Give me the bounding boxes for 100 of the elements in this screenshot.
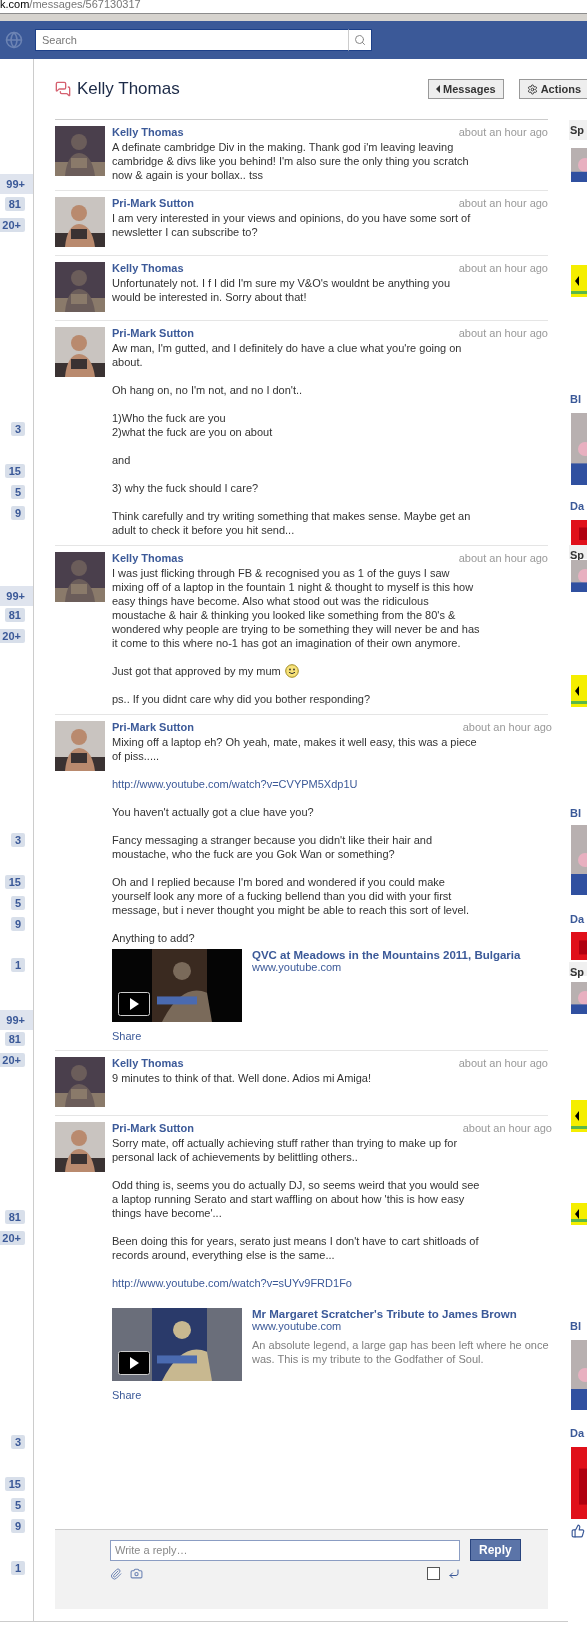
video-title[interactable]: Mr Margaret Scratcher's Tribute to James Brown	[252, 1308, 552, 1320]
sender-name[interactable]: Kelly Thomas	[112, 552, 184, 564]
count-badge[interactable]: 5	[10, 485, 25, 499]
message-text: Think carefully and try writing something that makes sense. Maybe get an adult to check it before you hit send...	[112, 509, 472, 537]
play-icon[interactable]	[118, 1351, 150, 1375]
search-field[interactable]: Search	[35, 29, 348, 51]
message-text: ps.. If you didnt care why did you bother responding?	[112, 692, 372, 706]
video-source[interactable]: www.youtube.com	[252, 961, 552, 973]
sender-name[interactable]: Pri-Mark Sutton	[112, 721, 194, 733]
message-text: 1)Who the fuck are you 2)what the fuck are you on about	[112, 411, 274, 439]
message-text: I am very interested in your views and opinions, do you have some sort of newsletter I can subscribe to?	[112, 211, 472, 239]
count-badge[interactable]: 9	[10, 1519, 25, 1533]
count-badge[interactable]: 81	[4, 197, 25, 211]
timestamp: about an hour ago	[458, 327, 548, 339]
count-badge[interactable]: 20+	[0, 218, 25, 232]
count-badge[interactable]: 81	[4, 1210, 25, 1224]
message-text: Unfortunately not. I f I did I'm sure my V&O's wouldnt be anything you would be interested in. Sorry about that!	[112, 276, 452, 304]
message-text: Been doing this for years, serato just means I don't have to cart shitloads of records around, everything else is the same...	[112, 1234, 480, 1262]
message-text: You haven't actually got a clue have you?	[112, 805, 315, 819]
count-badge[interactable]: 15	[4, 875, 25, 889]
count-badge[interactable]: 20+	[0, 1231, 25, 1245]
ad-title[interactable]: BI	[569, 807, 587, 821]
ad-title[interactable]: BI	[569, 393, 587, 407]
count-badge[interactable]: 81	[4, 608, 25, 622]
count-badge[interactable]: 15	[4, 464, 25, 478]
messages-icon	[55, 81, 71, 97]
count-badge[interactable]: 9	[10, 506, 25, 520]
ad-title[interactable]: Da	[569, 1427, 587, 1441]
message-text: and	[112, 453, 132, 467]
count-badge[interactable]: 20+	[0, 629, 25, 643]
count-badge[interactable]: 1	[10, 958, 25, 972]
count-badge[interactable]: 3	[10, 1435, 25, 1449]
timestamp: about an hour ago	[458, 552, 548, 564]
count-badge[interactable]: 15	[4, 1477, 25, 1491]
count-badge[interactable]: 1	[10, 1561, 25, 1575]
timestamp: about an hour ago	[458, 126, 548, 138]
count-badge[interactable]: 81	[4, 1032, 25, 1046]
reply-field[interactable]: Write a reply…	[110, 1539, 460, 1561]
actions-button[interactable]: Actions	[518, 79, 587, 99]
conversation-title: Kelly Thomas	[77, 79, 181, 99]
sender-name[interactable]: Pri-Mark Sutton	[112, 327, 194, 339]
message-text: Odd thing is, seems you do actually DJ, so seems weird that you would see a laptop running Serato and start waffling on about how 'this is how easy things have become'...	[112, 1178, 480, 1220]
ad-banner	[571, 1100, 587, 1132]
section-header: Sp	[569, 120, 587, 140]
count-badge[interactable]: 5	[10, 1498, 25, 1512]
message-text: Oh hang on, no I'm not, and no I don't..	[112, 383, 304, 397]
address-text: k.com/messages/567130317	[0, 0, 142, 12]
message-text: Mixing off a laptop eh? Oh yeah, mate, makes it well easy, this was a piece of piss.....	[112, 735, 478, 763]
message-text: Oh and I replied because I'm bored and wondered if you could make yourself look any more of a fucking bellend than you did with your first message, but i never thought you might be able to reach this sort of level.	[112, 875, 471, 917]
timestamp: about an hour ago	[462, 721, 552, 733]
count-badge[interactable]: 3	[10, 422, 25, 436]
message-text: 9 minutes to think of that. Well done. Adios mi Amiga!	[112, 1071, 373, 1085]
message-text: Sorry mate, off actually achieving stuff rather than trying to make up for personal lack of achievements by belittling others..	[112, 1136, 459, 1164]
search-button[interactable]	[348, 29, 372, 51]
timestamp: about an hour ago	[458, 262, 548, 274]
share-link[interactable]: Share	[112, 1030, 552, 1042]
count-badge[interactable]: 99+	[0, 174, 33, 194]
message-text: Fancy messaging a stranger because you didn't like their hair and moustache, who the fuck are you Gok Wan or something?	[112, 833, 434, 861]
back-button[interactable]: Messages	[428, 79, 504, 99]
timestamp: about an hour ago	[458, 1057, 548, 1069]
sender-name[interactable]: Kelly Thomas	[112, 126, 184, 138]
ad-banner	[571, 1203, 587, 1225]
share-link[interactable]: Share	[112, 1389, 552, 1401]
video-link[interactable]: http://www.youtube.com/watch?v=sUYv9FRD1Fo	[112, 1276, 552, 1290]
gear-icon	[526, 83, 538, 95]
like-icon[interactable]	[571, 1524, 585, 1538]
ad-banner	[571, 675, 587, 707]
sender-name[interactable]: Kelly Thomas	[112, 1057, 184, 1069]
timestamp: about an hour ago	[458, 197, 548, 209]
message-text: Anything to add?	[112, 931, 196, 945]
enter-icon	[448, 1567, 460, 1580]
sender-name[interactable]: Pri-Mark Sutton	[112, 197, 194, 209]
video-source[interactable]: www.youtube.com	[252, 1320, 552, 1332]
count-badge[interactable]: 9	[10, 917, 25, 931]
message-text: A definate cambridge Div in the making. Thank god i'm leaving leaving cambridge & divs like you behind! I'm also sure the only thing you scratch now & again is your bollax.. tss	[112, 140, 470, 182]
message-text: Just got that approved by my mum	[112, 664, 480, 678]
camera-icon[interactable]	[130, 1567, 143, 1580]
message-text: Aw man, I'm gutted, and I definitely do have a clue what you're going on about.	[112, 341, 463, 369]
video-title[interactable]: QVC at Meadows in the Mountains 2011, Bulgaria	[252, 949, 552, 961]
ad-title[interactable]: BI	[569, 1320, 587, 1334]
count-badge[interactable]: 5	[10, 896, 25, 910]
search-icon	[354, 34, 366, 46]
count-badge[interactable]: 20+	[0, 1053, 25, 1067]
video-link[interactable]: http://www.youtube.com/watch?v=CVYPM5Xdp1U	[112, 777, 552, 791]
sender-name[interactable]: Kelly Thomas	[112, 262, 184, 274]
count-badge[interactable]: 99+	[0, 1010, 33, 1030]
reply-button[interactable]: Reply	[470, 1539, 521, 1561]
count-badge[interactable]: 99+	[0, 586, 33, 606]
timestamp: about an hour ago	[462, 1122, 552, 1134]
ad-banner	[571, 265, 587, 297]
checkbox[interactable]	[427, 1567, 440, 1580]
ad-title[interactable]: Da	[569, 913, 587, 927]
message-text: 3) why the fuck should I care?	[112, 481, 260, 495]
sender-name[interactable]: Pri-Mark Sutton	[112, 1122, 194, 1134]
video-description: An absolute legend, a large gap has been left where he once was. This is my tribute to the Godfather of Soul.	[252, 1338, 550, 1366]
attach-icon[interactable]	[110, 1567, 122, 1580]
section-header: Sp	[569, 962, 587, 976]
count-badge[interactable]: 3	[10, 833, 25, 847]
ad-title[interactable]: Da	[569, 500, 587, 514]
play-icon[interactable]	[118, 992, 150, 1016]
